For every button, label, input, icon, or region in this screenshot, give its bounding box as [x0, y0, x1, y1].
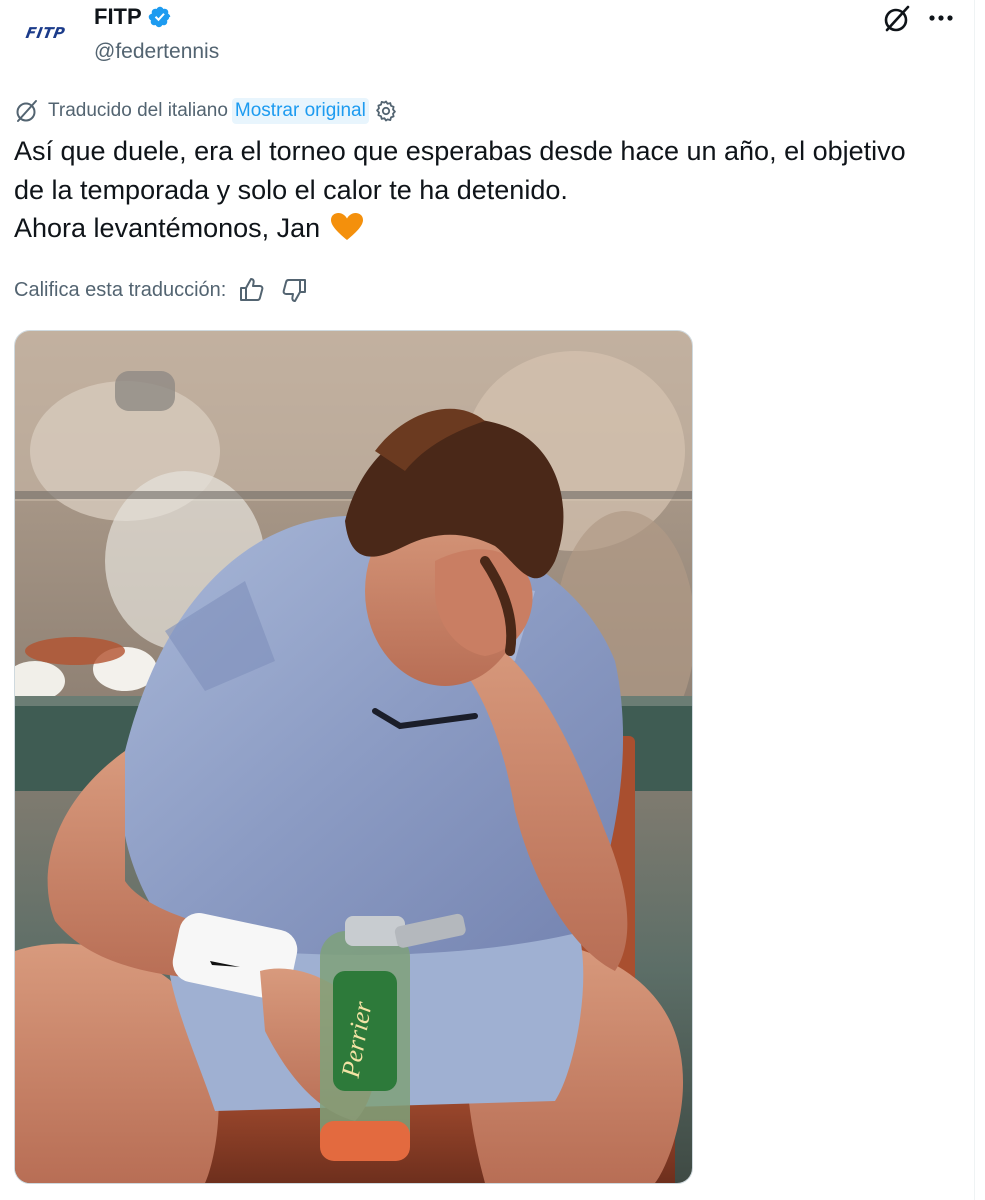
- show-original-link[interactable]: Mostrar original: [231, 98, 369, 124]
- tweet-text-line-with-emoji: Ahora levantémonos, Jan: [14, 209, 964, 248]
- translation-notice: Traducido del italiano Mostrar original: [14, 94, 398, 128]
- rate-translation-label: Califica esta traducción:: [14, 278, 227, 301]
- orange-heart-icon: [330, 213, 363, 240]
- tweet-text-line: Así que duele, era el torneo que esperab…: [14, 136, 906, 166]
- display-name[interactable]: FITP: [94, 4, 142, 30]
- tweet-text: Así que duele, era el torneo que esperab…: [14, 132, 964, 248]
- tweet-text-line: Ahora levantémonos, Jan: [14, 213, 321, 243]
- tweet-text-line: de la temporada y solo el calor te ha de…: [14, 174, 568, 205]
- avatar[interactable]: FITP: [14, 6, 78, 60]
- more-horizontal-icon[interactable]: [924, 4, 958, 34]
- translate-icon: [16, 100, 37, 122]
- rate-translation: Califica esta traducción:: [14, 274, 308, 306]
- tweet-photo[interactable]: Perrier: [14, 330, 693, 1184]
- timeline-border: [974, 0, 975, 1200]
- thumbs-up-icon[interactable]: [238, 276, 266, 304]
- user-handle[interactable]: @federtennis: [94, 40, 219, 64]
- author-name-row[interactable]: FITP: [94, 4, 172, 30]
- translated-from-label: Traducido del italiano: [48, 100, 228, 121]
- fitp-logo: FITP: [24, 24, 68, 42]
- thumbs-down-icon[interactable]: [280, 276, 308, 304]
- verified-badge-icon: [148, 6, 170, 28]
- gear-icon[interactable]: [374, 99, 398, 123]
- grok-icon[interactable]: [882, 4, 912, 34]
- tennis-player-photo: Perrier: [15, 331, 692, 1183]
